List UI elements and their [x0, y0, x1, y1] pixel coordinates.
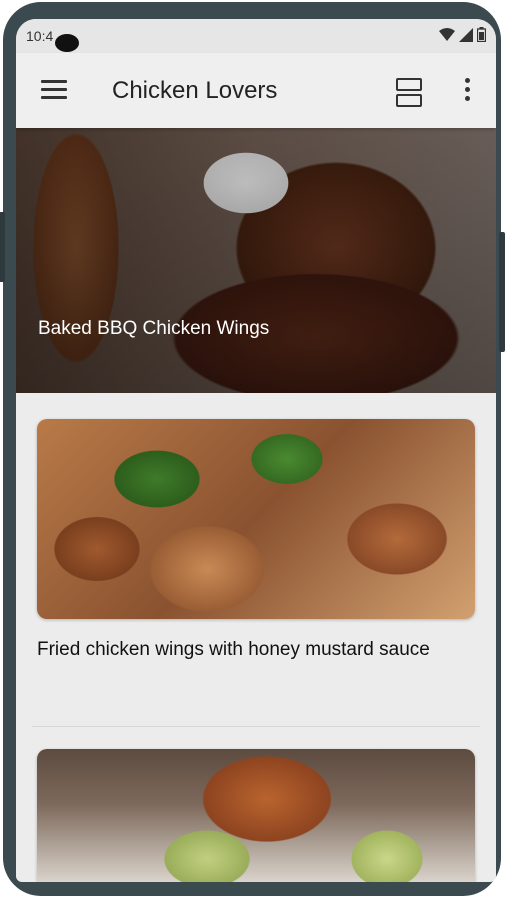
status-bar: 10:4	[16, 19, 496, 53]
recipe-list: Baked BBQ Chicken Wings Fried chicken wi…	[16, 128, 496, 882]
divider	[32, 726, 480, 727]
recipe-title: Baked BBQ Chicken Wings	[38, 318, 270, 339]
recipe-image[interactable]	[37, 749, 475, 882]
screen: 10:4 Chicken Lovers Baked BBQ Chicken Wi…	[16, 19, 496, 882]
status-time: 10:4	[26, 28, 54, 44]
view-agenda-icon[interactable]	[396, 78, 422, 107]
app-bar: Chicken Lovers	[16, 53, 496, 128]
phone-frame: 10:4 Chicken Lovers Baked BBQ Chicken Wi…	[0, 2, 505, 896]
wifi-icon	[439, 27, 455, 41]
battery-icon	[477, 27, 486, 42]
volume-button	[0, 212, 5, 282]
more-vert-icon[interactable]	[460, 78, 474, 104]
menu-icon[interactable]	[41, 80, 67, 102]
recipe-title[interactable]: Fried chicken wings with honey mustard s…	[37, 636, 457, 663]
recipe-image[interactable]	[37, 419, 475, 619]
signal-icon	[459, 27, 473, 42]
recipe-card-featured[interactable]: Baked BBQ Chicken Wings	[16, 128, 496, 393]
camera-cutout	[55, 34, 79, 52]
power-button	[499, 232, 505, 352]
status-icons	[439, 27, 486, 42]
app-title: Chicken Lovers	[112, 77, 278, 104]
